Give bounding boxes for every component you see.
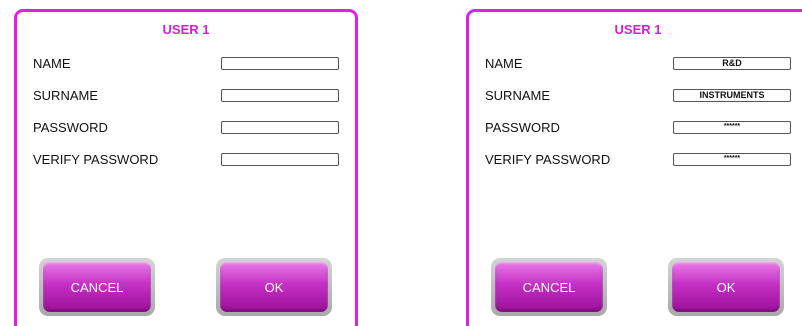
cancel-button-label: CANCEL [43,262,151,312]
ok-button[interactable]: OK [668,258,784,316]
surname-label: SURNAME [33,88,99,103]
name-input[interactable]: R&D [673,57,791,70]
verify-password-row: VERIFY PASSWORD [33,152,339,168]
verify-password-input[interactable] [221,153,339,166]
user-form-panel-filled: USER 1 NAME R&D SURNAME INSTRUMENTS PASS… [466,9,802,326]
password-input[interactable] [221,121,339,134]
cancel-button[interactable]: CANCEL [39,258,155,316]
cancel-button-label: CANCEL [495,262,603,312]
verify-password-label: VERIFY PASSWORD [33,152,159,167]
surname-row: SURNAME [33,88,339,104]
panel-title: USER 1 [614,22,662,37]
password-row: PASSWORD [33,120,339,136]
password-row: PASSWORD ****** [485,120,791,136]
name-row: NAME R&D [485,56,791,72]
surname-input[interactable] [221,89,339,102]
verify-password-input[interactable]: ****** [673,153,791,166]
ok-button-label: OK [672,262,780,312]
name-input[interactable] [221,57,339,70]
verify-password-row: VERIFY PASSWORD ****** [485,152,791,168]
password-label: PASSWORD [485,120,560,135]
surname-input[interactable]: INSTRUMENTS [673,89,791,102]
ok-button[interactable]: OK [216,258,332,316]
name-label: NAME [33,56,71,71]
name-label: NAME [485,56,523,71]
user-form-panel-empty: USER 1 NAME SURNAME PASSWORD VERIFY PASS… [14,9,358,326]
verify-password-label: VERIFY PASSWORD [485,152,611,167]
surname-label: SURNAME [485,88,551,103]
cancel-button[interactable]: CANCEL [491,258,607,316]
password-input[interactable]: ****** [673,121,791,134]
ok-button-label: OK [220,262,328,312]
name-row: NAME [33,56,339,72]
surname-row: SURNAME INSTRUMENTS [485,88,791,104]
password-label: PASSWORD [33,120,108,135]
screen: USER 1 NAME SURNAME PASSWORD VERIFY PASS… [0,0,802,326]
panel-title: USER 1 [162,22,210,37]
